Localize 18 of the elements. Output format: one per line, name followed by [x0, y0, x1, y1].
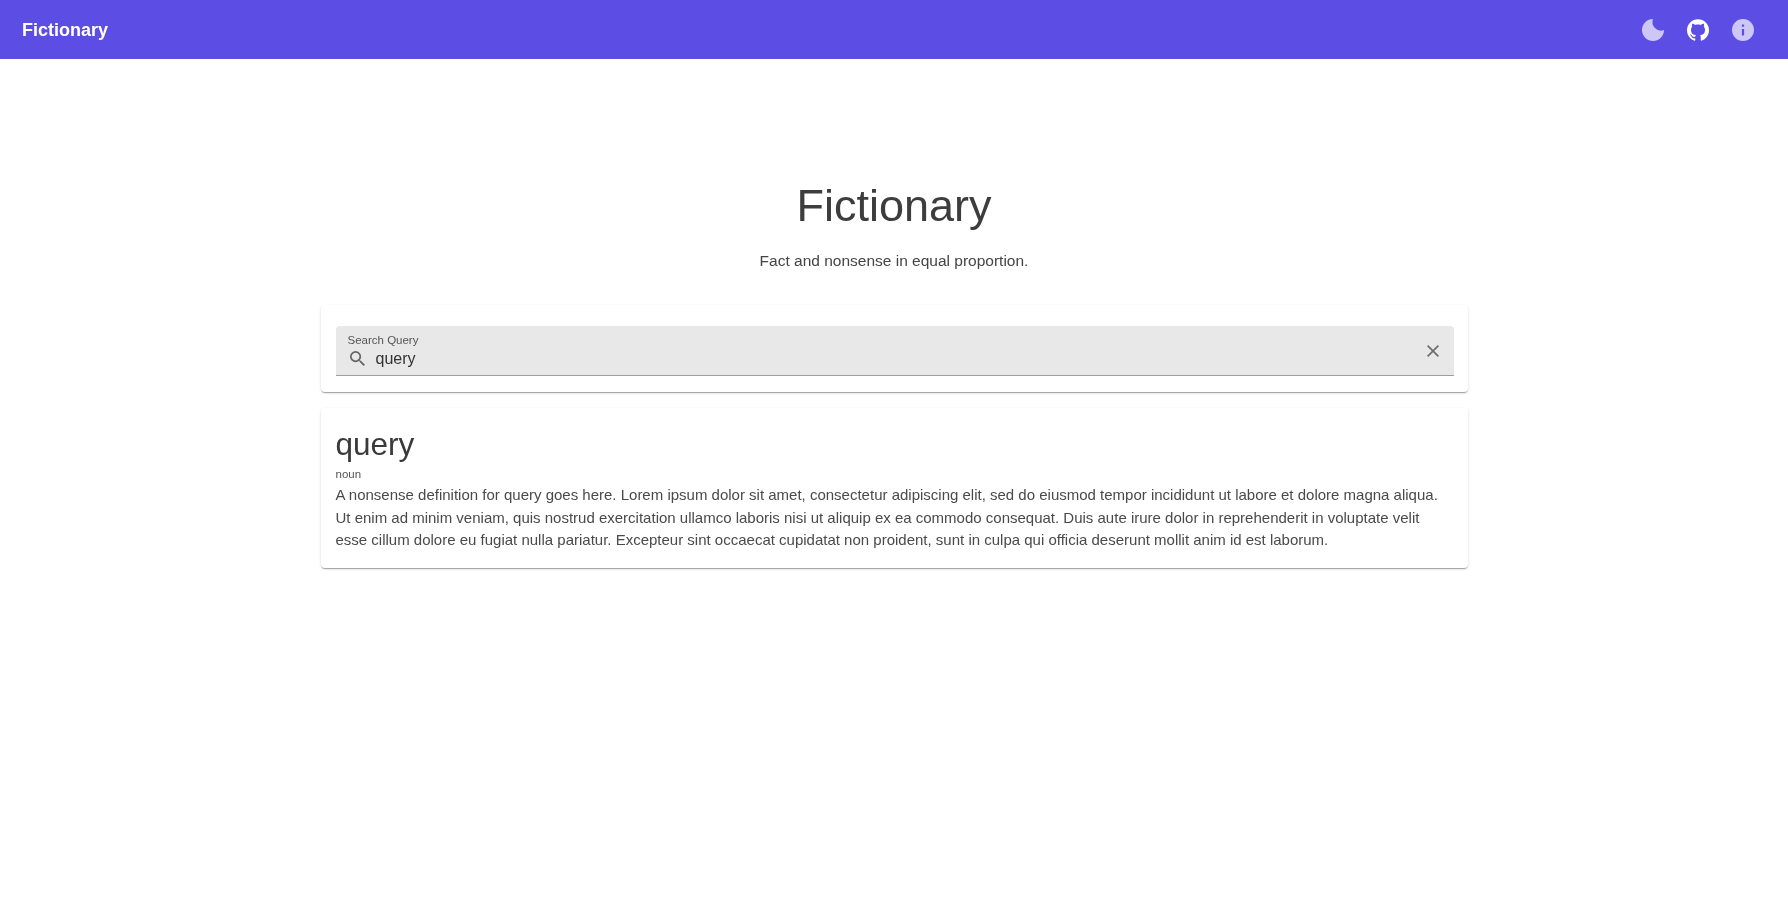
- clear-button[interactable]: [1426, 344, 1439, 357]
- info-button[interactable]: [1731, 17, 1755, 42]
- info-icon: [1732, 18, 1754, 41]
- github-button[interactable]: [1686, 17, 1710, 42]
- search-input[interactable]: query: [375, 348, 1427, 369]
- moon-icon: [1642, 18, 1664, 41]
- field-label: Search Query: [347, 332, 419, 347]
- page-title: Fictionary: [795, 179, 993, 233]
- github-icon: [1687, 18, 1709, 41]
- definition-text: A nonsense definition for query goes here. Lorem ipsum dolor sit amet, consectetur adipiscing elit, sed do eiusmod tempor incididunt ut labore et dolore magna aliqua. Ut enim ad minim veniam, quis nostrud exercitation ullamco laboris nisi ut aliquip ex ea commodo consequat. Duis aute irure dolor in reprehenderit in voluptate velit esse cillum dolore eu fugiat nulla pariatur. Excepteur sint occaecat cupidatat non proident, sunt in culpa qui officia deserunt mollit anim id est laborum.: [335, 485, 1439, 550]
- part-of-speech: noun: [335, 467, 363, 482]
- search-field[interactable]: Search Query query: [335, 326, 1454, 376]
- tagline: Fact and nonsense in equal proportion.: [758, 251, 1030, 271]
- word-heading: query: [335, 425, 416, 463]
- app-title[interactable]: Fictionary: [22, 17, 109, 42]
- close-icon: [1426, 344, 1439, 357]
- dark-mode-button[interactable]: [1641, 17, 1665, 42]
- search-icon: [349, 351, 365, 366]
